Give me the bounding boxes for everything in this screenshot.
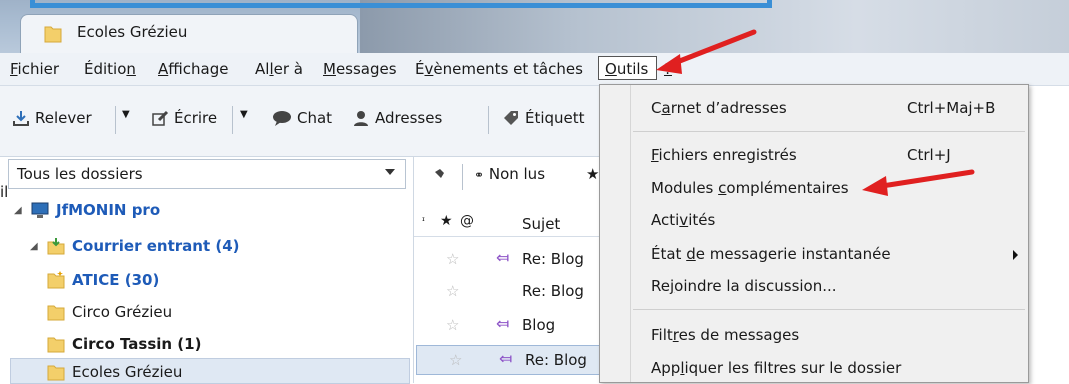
menu-aller-a[interactable]: Aller à (255, 60, 303, 78)
star-column-icon[interactable]: ★ (440, 213, 453, 229)
tree-folder[interactable]: Circo Tassin (1) (46, 334, 201, 354)
new-mail-folder-icon (47, 271, 65, 289)
write-dropdown[interactable]: ▼ (240, 109, 248, 120)
menu-item-apply-filters[interactable]: Appliquer les filtres sur le dossier (600, 353, 1028, 383)
inbox-icon (47, 238, 65, 255)
download-icon (13, 111, 29, 126)
menu-separator (633, 309, 1025, 310)
tree-folder[interactable]: Circo Grézieu (46, 302, 172, 322)
menu-messages[interactable]: Messages (323, 60, 397, 78)
title-bar: Ecoles Grézieu (0, 0, 1069, 53)
tree-folder[interactable]: Ecoles Grézieu (46, 362, 182, 382)
menu-separator (633, 131, 1025, 132)
computer-icon (31, 202, 49, 218)
message-row[interactable]: ☆ ⤆ Re: Blog (414, 245, 604, 275)
toolbar-separator (462, 164, 463, 190)
pencil-icon (152, 110, 169, 126)
collapse-icon[interactable]: ◢ (30, 241, 40, 252)
submenu-arrow-icon (1013, 250, 1018, 260)
menu-bar: Fichier Édition Affichage Aller à Messag… (0, 53, 1069, 86)
outils-menu: Carnet d’adresses Ctrl+Maj+B Fichiers en… (599, 84, 1029, 383)
collapse-icon[interactable]: ◢ (14, 205, 24, 216)
annotation-arrow-outils (656, 29, 757, 74)
folder-icon (47, 365, 65, 381)
menu-item-im-status[interactable]: État de messagerie instantanée (600, 239, 1028, 269)
menu-item-activities[interactable]: Activités (600, 205, 1028, 235)
star-outline-icon[interactable]: ☆ (449, 351, 462, 369)
get-mail-button[interactable]: Relever (12, 109, 92, 127)
menu-item-address-book[interactable]: Carnet d’adresses Ctrl+Maj+B (600, 93, 1028, 123)
tree-account[interactable]: ◢ JfMONIN pro (14, 200, 160, 220)
folder-icon (47, 305, 65, 321)
star-outline-icon[interactable]: ☆ (446, 316, 459, 334)
menu-evenements[interactable]: Évènements et tâches (415, 60, 583, 78)
tab-ecoles-grezieu[interactable]: Ecoles Grézieu (20, 14, 358, 53)
message-row[interactable]: ☆ ⤆ Blog (414, 311, 604, 341)
chevron-down-icon: ▼ (240, 109, 248, 120)
star-outline-icon[interactable]: ☆ (446, 250, 459, 268)
chat-bubble-icon (273, 111, 291, 126)
menu-item-message-filters[interactable]: Filtres de messages (600, 320, 1028, 350)
menu-outils[interactable]: Outils (598, 56, 657, 80)
annotation-arrow-modules (862, 169, 975, 196)
chat-button[interactable]: Chat (272, 109, 332, 127)
get-mail-dropdown[interactable]: ▼ (122, 109, 130, 120)
pin-icon[interactable] (430, 165, 448, 187)
message-list-pane: ⚭ Non lus ★ ᶦ ★ @ Sujet ☆ ⤆ Re: Blog ☆ R… (413, 157, 604, 383)
tag-icon (504, 111, 518, 125)
tab-label: Ecoles Grézieu (77, 23, 188, 41)
message-row[interactable]: ☆ Re: Blog (414, 277, 604, 307)
menu-item-join-chat[interactable]: Rejoindre la discussion... (600, 271, 1028, 301)
filter-unread-button[interactable]: ⚭ Non lus (474, 165, 545, 183)
reply-arrow-icon: ⤆ (499, 349, 513, 368)
toolbar-separator (232, 106, 233, 134)
message-row-selected[interactable]: ☆ ⤆ Re: Blog (416, 345, 602, 375)
menu-fichier[interactable]: Fichier (10, 60, 59, 78)
column-subject[interactable]: Sujet (522, 215, 560, 233)
folder-icon (47, 337, 65, 353)
cut-off-text: il (0, 183, 9, 201)
star-icon[interactable]: ★ (586, 165, 599, 183)
toolbar-separator (115, 106, 116, 134)
reply-arrow-icon: ⤆ (496, 248, 510, 267)
highlight-frame (30, 0, 772, 8)
menu-edition[interactable]: Édition (84, 60, 136, 78)
person-icon (354, 111, 368, 126)
toolbar-separator (488, 106, 489, 134)
tag-button[interactable]: Étiquett (502, 109, 585, 127)
folder-view-selector[interactable]: Tous les dossiers (8, 159, 406, 189)
chevron-down-icon (385, 169, 395, 175)
chevron-down-icon: ▼ (122, 109, 130, 120)
glasses-icon: ⚭ (474, 168, 485, 182)
attachment-icon[interactable]: @ (460, 213, 474, 229)
write-button[interactable]: Écrire (151, 109, 217, 127)
reply-arrow-icon: ⤆ (496, 314, 510, 333)
thread-icon[interactable]: ᶦ (422, 214, 425, 228)
main-toolbar: Relever ▼ Écrire ▼ Chat Adresses Étiquet… (0, 86, 600, 157)
tree-inbox[interactable]: ◢ Courrier entrant (4) (30, 236, 239, 256)
star-outline-icon[interactable]: ☆ (446, 282, 459, 300)
folder-icon (43, 24, 63, 48)
tree-folder[interactable]: ATICE (30) (46, 270, 159, 290)
message-column-header: ᶦ ★ @ Sujet (414, 210, 604, 237)
address-book-button[interactable]: Adresses (352, 109, 442, 127)
menu-affichage[interactable]: Affichage (158, 60, 228, 78)
